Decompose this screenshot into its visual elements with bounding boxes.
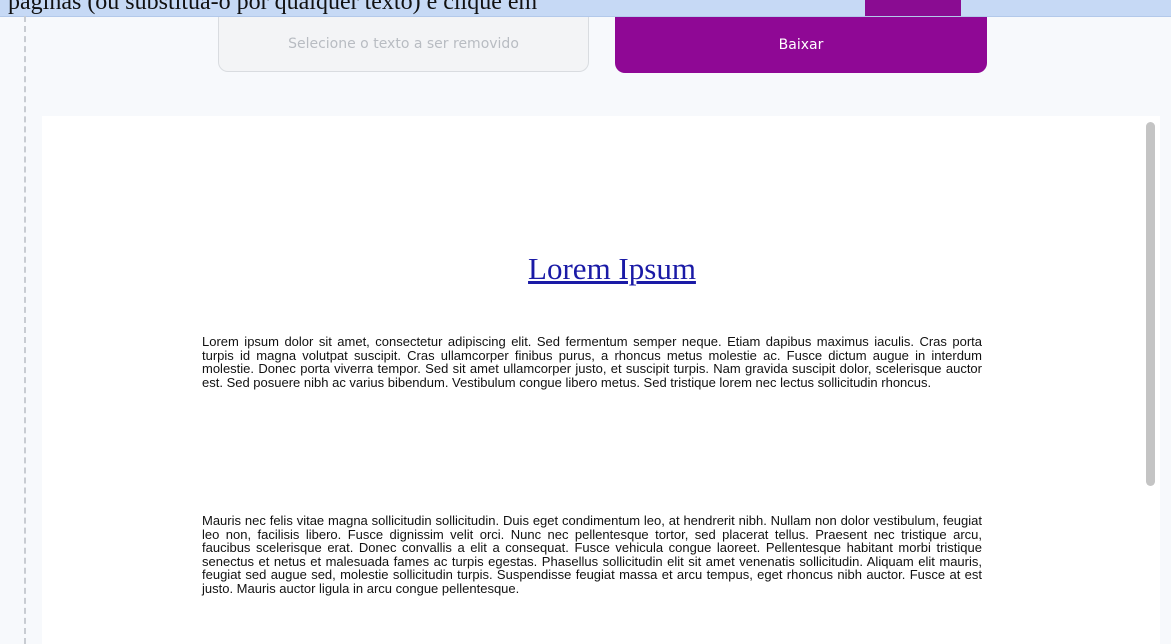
download-label: Baixar xyxy=(778,37,824,53)
download-button[interactable]: Baixar xyxy=(615,17,987,73)
document-preview[interactable]: Lorem Ipsum Lorem ipsum dolor sit amet, … xyxy=(42,116,1160,644)
document-paragraph[interactable]: Lorem ipsum dolor sit amet, consectetur … xyxy=(202,335,982,389)
document-title[interactable]: Lorem Ipsum xyxy=(42,251,1160,287)
instruction-banner: páginas (ou substitua-o por qualquer tex… xyxy=(0,0,1171,17)
select-text-label: Selecione o texto a ser removido xyxy=(288,36,519,52)
pdf-editor-page: páginas (ou substitua-o por qualquer tex… xyxy=(0,0,1171,644)
select-text-button[interactable]: Selecione o texto a ser removido xyxy=(218,17,589,72)
instruction-highlight xyxy=(865,0,961,16)
scrollbar-thumb[interactable] xyxy=(1146,122,1155,486)
document-paragraph[interactable]: Mauris nec felis vitae magna sollicitudi… xyxy=(202,514,982,595)
instruction-text: páginas (ou substitua-o por qualquer tex… xyxy=(8,0,538,15)
dashed-guide-line xyxy=(24,16,26,644)
